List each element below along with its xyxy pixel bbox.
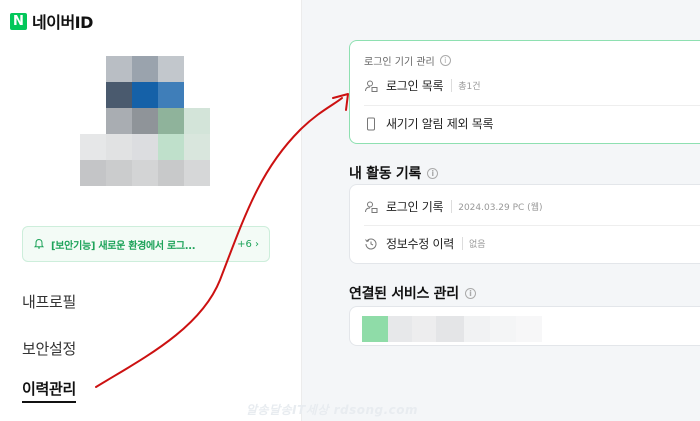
notice-text: [보안기능] 새로운 환경에서 로그... — [51, 240, 196, 252]
left-panel: N 네이버ID [보안기능] 새로운 환경에서 로그... +6 › 내프로필 … — [0, 0, 302, 421]
bell-icon — [33, 238, 45, 249]
activity-title-text: 내 활동 기록 — [349, 166, 422, 182]
edit-history-value: 없음 — [461, 237, 486, 250]
login-list-row[interactable]: 로그인 목록 총1건 — [364, 77, 481, 94]
info-icon[interactable]: i — [439, 55, 451, 66]
phone-icon — [367, 117, 375, 130]
blurred-service-icons — [362, 316, 542, 342]
new-device-exclude-label: 새기기 알림 제외 목록 — [386, 117, 494, 131]
services-section-title: 연결된 서비스 관리 i — [349, 283, 476, 303]
login-device-card: 로그인 기기 관리 i 로그인 목록 총1건 새기기 알림 제외 목록 — [349, 40, 700, 144]
edit-history-row[interactable]: 정보수정 이력 없음 — [364, 235, 486, 252]
profile-image[interactable] — [80, 56, 210, 186]
login-record-date: 2024.03.29 PC (웹) — [451, 200, 543, 213]
divider — [364, 105, 700, 106]
user-lock-icon — [365, 201, 378, 213]
activity-section-title: 내 활동 기록 i — [349, 163, 439, 183]
login-list-label: 로그인 목록 — [386, 79, 444, 93]
login-device-title-text: 로그인 기기 관리 — [364, 57, 435, 68]
blurred-avatar — [80, 56, 210, 186]
info-icon[interactable]: i — [427, 167, 439, 179]
naver-logo-icon: N — [10, 12, 27, 30]
naver-id-logo[interactable]: N 네이버ID — [10, 9, 93, 33]
new-device-exclude-row[interactable]: 새기기 알림 제외 목록 — [364, 115, 494, 132]
menu-item-history[interactable]: 이력관리 — [22, 378, 76, 403]
services-card[interactable] — [349, 306, 700, 346]
login-record-row[interactable]: 로그인 기록 2024.03.29 PC (웹) — [364, 198, 543, 215]
security-notice-banner[interactable]: [보안기능] 새로운 환경에서 로그... +6 › — [22, 226, 270, 262]
notice-more-count[interactable]: +6 › — [237, 239, 259, 250]
user-lock-icon — [365, 80, 378, 92]
services-title-text: 연결된 서비스 관리 — [349, 286, 459, 302]
login-device-title: 로그인 기기 관리 i — [364, 53, 451, 68]
login-list-count: 총1건 — [451, 79, 481, 92]
menu-item-label: 보안설정 — [22, 340, 77, 358]
login-record-label: 로그인 기록 — [386, 200, 444, 214]
watermark: 알송달송IT세상 rdsong.com — [246, 403, 419, 417]
edit-history-label: 정보수정 이력 — [386, 237, 454, 251]
menu-item-profile[interactable]: 내프로필 — [22, 291, 76, 312]
menu-item-security[interactable]: 보안설정 — [22, 338, 76, 359]
menu-item-label: 이력관리 — [22, 380, 76, 403]
divider — [364, 225, 700, 226]
info-icon[interactable]: i — [464, 287, 476, 299]
activity-card: 로그인 기록 2024.03.29 PC (웹) 정보수정 이력 없음 — [349, 184, 700, 264]
menu-item-label: 내프로필 — [22, 293, 77, 311]
history-icon — [365, 238, 377, 249]
logo-text: 네이버ID — [32, 13, 93, 32]
